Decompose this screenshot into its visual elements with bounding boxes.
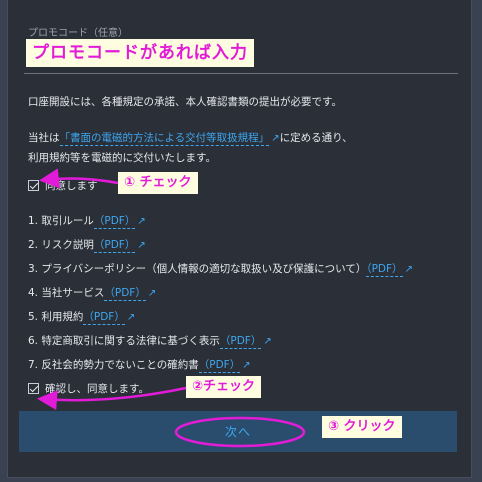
terms-line-1: 当社は「書面の電磁的方法による交付等取扱規程」 ↗に定める通り、	[28, 130, 353, 146]
terms-suffix: に定める通り、	[279, 132, 353, 144]
doc-item-4: 4. 当社サービス（PDF） ↗	[28, 285, 157, 301]
doc-pdf-link[interactable]: （PDF）	[83, 311, 125, 325]
agree-checkbox[interactable]	[28, 180, 39, 191]
doc-label: 4. 当社サービス	[28, 287, 105, 299]
confirm-agree-checkbox[interactable]	[28, 383, 39, 394]
doc-label: 2. リスク説明	[28, 239, 94, 251]
external-link-icon: ↗	[404, 264, 413, 275]
promo-code-annotation: プロモコードがあれば入力	[26, 39, 254, 67]
next-button-label: 次へ	[224, 425, 251, 439]
agree-label: 同意します	[45, 180, 98, 192]
check-annotation-1: ① チェック	[118, 172, 198, 194]
doc-pdf-link[interactable]: （PDF）	[93, 215, 136, 229]
external-link-icon: ↗	[126, 312, 136, 323]
external-link-icon: ↗	[137, 216, 146, 227]
doc-item-7: 7. 反社会的勢力でないことの確約書（PDF） ↗	[28, 357, 251, 373]
confirm-agree-label: 確認し、同意します。	[45, 383, 149, 395]
account-opening-notice: 口座開設には、各種規定の承諾、本人確認書類の提出が必要です。	[28, 96, 342, 108]
terms-prefix: 当社は	[28, 132, 60, 144]
doc-pdf-link[interactable]: （PDF）	[366, 263, 403, 277]
doc-item-1: 1. 取引ルール（PDF） ↗	[28, 213, 146, 229]
external-link-icon: ↗	[242, 360, 251, 371]
doc-label: 1. 取引ルール	[28, 215, 94, 227]
agree-checkbox-row[interactable]: 同意します	[28, 178, 98, 193]
doc-label: 6. 特定商取引に関する法律に基づく表示	[28, 335, 220, 347]
click-annotation-3: ③ クリック	[322, 416, 402, 438]
doc-item-6: 6. 特定商取引に関する法律に基づく表示（PDF） ↗	[28, 333, 272, 349]
doc-pdf-link[interactable]: （PDF）	[219, 335, 262, 349]
confirm-agree-checkbox-row[interactable]: 確認し、同意します。	[28, 381, 149, 396]
external-link-icon: ↗	[263, 336, 272, 347]
doc-item-2: 2. リスク説明（PDF） ↗	[28, 237, 146, 253]
doc-label: 7. 反社会的勢力でないことの確約書	[28, 359, 199, 371]
external-link-icon: ↗	[271, 133, 280, 144]
doc-label: 5. 利用規約	[28, 311, 84, 323]
doc-label: 3. プライバシーポリシー（個人情報の適切な取扱い及び保護について）	[28, 263, 367, 275]
terms-line-2: 利用規約等を電磁的に交付いたします。	[28, 152, 216, 164]
doc-item-3: 3. プライバシーポリシー（個人情報の適切な取扱い及び保護について）（PDF） ↗	[28, 261, 413, 277]
external-link-icon: ↗	[147, 288, 157, 299]
doc-pdf-link[interactable]: （PDF）	[93, 239, 136, 253]
electronic-delivery-rules-link[interactable]: 「書面の電磁的方法による交付等取扱規程」	[59, 132, 270, 146]
doc-pdf-link[interactable]: （PDF）	[104, 287, 146, 301]
external-link-icon: ↗	[137, 240, 146, 251]
check-annotation-2: ②チェック	[186, 376, 262, 398]
doc-pdf-link[interactable]: （PDF）	[198, 359, 241, 373]
doc-item-5: 5. 利用規約（PDF） ↗	[28, 309, 136, 325]
